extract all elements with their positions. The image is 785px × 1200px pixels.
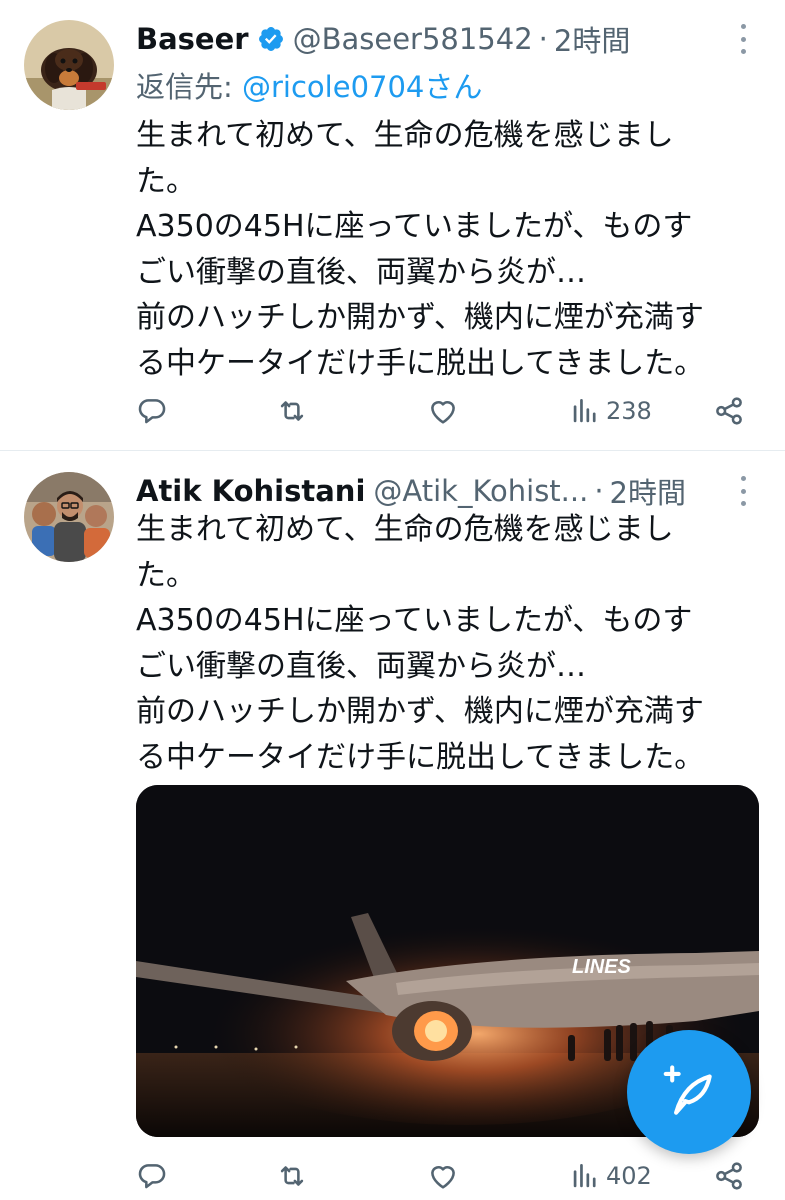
like-icon bbox=[431, 1166, 455, 1189]
tweet-text-line: 前のハッチしか開かず、機内に煙が充満す bbox=[136, 300, 704, 335]
views-button[interactable]: 402 bbox=[568, 1156, 652, 1196]
tweet-text-line: る中ケータイだけ手に脱出してきました。 bbox=[136, 739, 705, 775]
views-icon bbox=[573, 1164, 596, 1188]
views-count: 238 bbox=[606, 397, 652, 425]
avatar[interactable] bbox=[24, 20, 114, 110]
like-button[interactable] bbox=[426, 1156, 460, 1196]
like-icon bbox=[431, 401, 455, 424]
tweet-text-line: 生まれて初めて、生命の危機を感じまし bbox=[136, 512, 674, 547]
separator-dot: · bbox=[594, 474, 604, 508]
views-count: 402 bbox=[606, 1162, 652, 1190]
retweet-button[interactable] bbox=[275, 391, 309, 431]
tweet-text-line: 生まれて初めて、生命の危機を感じまし bbox=[136, 118, 674, 153]
share-icon bbox=[716, 1162, 742, 1190]
tweet-text-line: た。 bbox=[136, 163, 196, 199]
tweet-text-line: A350の45Hに座っていましたが、ものす bbox=[136, 603, 693, 638]
tweet-text: 生まれて初めて、生命の危機を感じまし た。 A350の45Hに座っていましたが、… bbox=[136, 507, 766, 780]
separator-dot: · bbox=[538, 22, 548, 56]
avatar[interactable] bbox=[24, 472, 114, 562]
reply-button[interactable] bbox=[135, 391, 169, 431]
share-button[interactable] bbox=[712, 391, 746, 431]
retweet-button[interactable] bbox=[275, 1156, 309, 1196]
tweet-text-line: ごい衝撃の直後、両翼から炎が… bbox=[136, 648, 586, 684]
tweet-text: 生まれて初めて、生命の危機を感じまし た。 A350の45Hに座っていましたが、… bbox=[136, 113, 766, 386]
views-button[interactable]: 238 bbox=[568, 391, 652, 431]
timestamp[interactable]: 2時間 bbox=[610, 470, 686, 512]
display-name[interactable]: Baseer bbox=[136, 22, 249, 56]
display-name[interactable]: Atik Kohistani bbox=[136, 474, 365, 508]
tweet-divider bbox=[0, 450, 785, 451]
reply-mention-link[interactable]: @ricole0704さん bbox=[242, 70, 482, 104]
tweet-text-line: る中ケータイだけ手に脱出してきました。 bbox=[136, 345, 705, 381]
tweet-header: Baseer @Baseer581542 · 2時間 bbox=[136, 18, 630, 60]
tweet-text-line: ごい衝撃の直後、両翼から炎が… bbox=[136, 254, 586, 290]
more-vertical-icon[interactable] bbox=[739, 476, 747, 506]
share-icon bbox=[716, 397, 742, 425]
reply-icon bbox=[138, 1164, 166, 1189]
compose-button[interactable] bbox=[627, 1030, 751, 1154]
retweet-icon bbox=[280, 401, 304, 421]
reply-button[interactable] bbox=[135, 1156, 169, 1196]
views-icon bbox=[573, 399, 596, 423]
tweet-actions: 402 bbox=[0, 1156, 785, 1196]
retweet-icon bbox=[280, 1166, 304, 1186]
tweet-text-line: A350の45Hに座っていましたが、ものす bbox=[136, 209, 693, 244]
tweet-header: Atik Kohistani @Atik_Kohist... · 2時間 bbox=[136, 470, 686, 512]
more-vertical-icon[interactable] bbox=[739, 24, 747, 54]
user-handle[interactable]: @Baseer581542 bbox=[293, 22, 533, 56]
compose-feather-icon bbox=[663, 1065, 712, 1115]
tweet[interactable]: Baseer @Baseer581542 · 2時間 返信先: @ricole0… bbox=[0, 0, 785, 450]
tweet-text-line: た。 bbox=[136, 557, 196, 593]
tweet-actions: 238 bbox=[0, 391, 785, 431]
reply-context: 返信先: @ricole0704さん bbox=[136, 64, 482, 106]
verified-badge-icon bbox=[258, 27, 283, 51]
like-button[interactable] bbox=[426, 391, 460, 431]
aircraft-lettering: LINES bbox=[572, 956, 632, 978]
timestamp[interactable]: 2時間 bbox=[554, 18, 630, 60]
reply-icon bbox=[138, 399, 166, 424]
tweet-text-line: 前のハッチしか開かず、機内に煙が充満す bbox=[136, 694, 704, 729]
user-handle[interactable]: @Atik_Kohist... bbox=[373, 474, 588, 508]
share-button[interactable] bbox=[712, 1156, 746, 1196]
reply-prefix: 返信先: bbox=[136, 70, 242, 104]
